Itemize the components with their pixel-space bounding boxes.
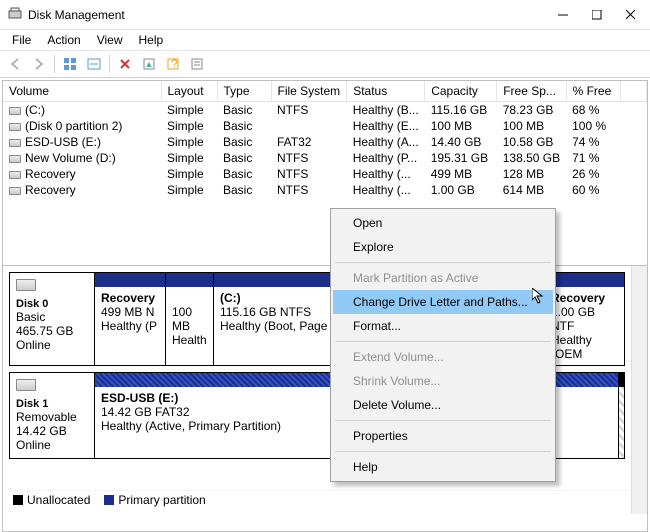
disk0-label[interactable]: Disk 0 Basic 465.75 GB Online	[10, 273, 95, 365]
table-row[interactable]: RecoverySimpleBasicNTFSHealthy (...1.00 …	[3, 182, 647, 198]
col-free[interactable]: Free Sp...	[497, 81, 566, 102]
volume-icon	[9, 107, 21, 115]
delete-icon[interactable]	[114, 53, 136, 75]
menu-file[interactable]: File	[4, 31, 39, 49]
disk-icon	[16, 379, 36, 391]
volume-icon	[9, 139, 21, 147]
menu-help[interactable]: Help	[131, 31, 172, 49]
table-row[interactable]: ESD-USB (E:)SimpleBasicFAT32Healthy (A..…	[3, 134, 647, 150]
legend-primary-swatch	[104, 495, 114, 505]
action1-icon[interactable]	[138, 53, 160, 75]
cursor-icon	[532, 288, 548, 304]
ctx-properties[interactable]: Properties	[333, 424, 553, 448]
legend-unalloc: Unallocated	[27, 493, 90, 507]
menu-bar: File Action View Help	[0, 30, 650, 50]
col-type[interactable]: Type	[217, 81, 271, 102]
legend-unalloc-swatch	[13, 495, 23, 505]
col-layout[interactable]: Layout	[161, 81, 217, 102]
partition-unallocated[interactable]	[618, 373, 624, 458]
disk1-type: Removable	[16, 410, 77, 424]
volume-icon	[9, 155, 21, 163]
ctx-format[interactable]: Format...	[333, 314, 553, 338]
disk0-size: 465.75 GB	[16, 324, 73, 338]
title-bar: Disk Management	[0, 0, 650, 30]
menu-action[interactable]: Action	[39, 31, 88, 49]
ctx-explore[interactable]: Explore	[333, 235, 553, 259]
window-title: Disk Management	[28, 8, 546, 22]
close-button[interactable]	[614, 1, 648, 29]
menu-view[interactable]: View	[89, 31, 131, 49]
toolbar: ?	[0, 50, 650, 78]
disk1-label[interactable]: Disk 1 Removable 14.42 GB Online	[10, 373, 95, 458]
col-fs[interactable]: File System	[271, 81, 347, 102]
help-icon[interactable]: ?	[162, 53, 184, 75]
legend: Unallocated Primary partition	[7, 490, 643, 508]
back-icon	[4, 53, 26, 75]
svg-text:?: ?	[171, 57, 178, 71]
props-icon[interactable]	[186, 53, 208, 75]
ctx-shrink: Shrink Volume...	[333, 369, 553, 393]
ctx-change-letter[interactable]: Change Drive Letter and Paths...	[333, 290, 553, 314]
disk0-type: Basic	[16, 310, 45, 324]
table-row[interactable]: RecoverySimpleBasicNTFSHealthy (...499 M…	[3, 166, 647, 182]
partition-recovery[interactable]: Recovery499 MB NHealthy (P	[95, 273, 165, 365]
table-row[interactable]: (C:)SimpleBasicNTFSHealthy (B...115.16 G…	[3, 102, 647, 119]
ctx-extend: Extend Volume...	[333, 345, 553, 369]
legend-primary: Primary partition	[118, 493, 205, 507]
table-row[interactable]: (Disk 0 partition 2)SimpleBasicHealthy (…	[3, 118, 647, 134]
ctx-help[interactable]: Help	[333, 455, 553, 479]
scrollbar[interactable]	[631, 266, 647, 514]
partition-efi[interactable]: 100 MBHealth	[165, 273, 213, 365]
ctx-open[interactable]: Open	[333, 211, 553, 235]
disk1-name: Disk 1	[16, 398, 48, 410]
maximize-button[interactable]	[580, 1, 614, 29]
volume-icon	[9, 187, 21, 195]
col-status[interactable]: Status	[347, 81, 425, 102]
volume-icon	[9, 123, 21, 131]
context-menu: Open Explore Mark Partition as Active Ch…	[330, 208, 556, 482]
disk-icon	[16, 279, 36, 291]
ctx-mark-active: Mark Partition as Active	[333, 266, 553, 290]
ctx-delete[interactable]: Delete Volume...	[333, 393, 553, 417]
app-icon	[8, 6, 22, 23]
disk1-status: Online	[16, 438, 51, 452]
col-pct[interactable]: % Free	[566, 81, 620, 102]
forward-icon	[28, 53, 50, 75]
partition-recovery2[interactable]: Recovery1.00 GB NTFHealthy (OEM	[544, 273, 624, 365]
volume-icon	[9, 171, 21, 179]
col-capacity[interactable]: Capacity	[425, 81, 497, 102]
table-row[interactable]: New Volume (D:)SimpleBasicNTFSHealthy (P…	[3, 150, 647, 166]
refresh-icon[interactable]	[83, 53, 105, 75]
grid-icon[interactable]	[59, 53, 81, 75]
disk0-name: Disk 0	[16, 298, 48, 310]
disk1-size: 14.42 GB	[16, 424, 67, 438]
table-header[interactable]: Volume Layout Type File System Status Ca…	[3, 81, 647, 102]
minimize-button[interactable]	[546, 1, 580, 29]
col-volume[interactable]: Volume	[3, 81, 161, 102]
disk0-status: Online	[16, 338, 51, 352]
